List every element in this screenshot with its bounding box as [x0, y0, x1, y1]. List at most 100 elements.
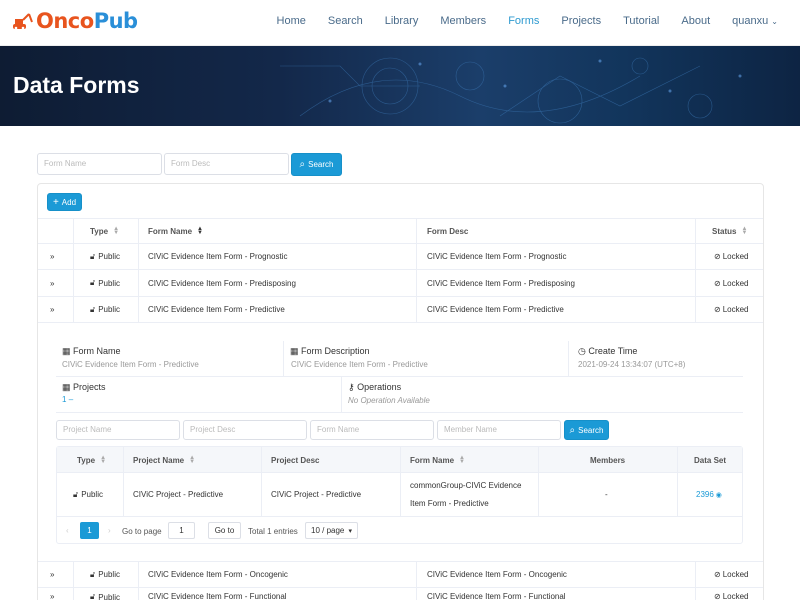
row-form-desc: CIViC Evidence Item Form - Prognostic	[427, 252, 567, 261]
detail-form-desc-label: Form Description	[301, 346, 370, 356]
lock-icon: 🔓︎	[90, 592, 96, 600]
logo-text-pub: Pub	[93, 9, 138, 33]
user-menu[interactable]: quanxu ⌄	[732, 15, 778, 27]
page-size-select[interactable]: 10 / page ▾	[305, 522, 358, 539]
nav-members[interactable]: Members	[440, 15, 486, 27]
table-row[interactable]: » 🔓︎ Public CIViC Evidence Item Form - Pr…	[38, 244, 763, 270]
table-row[interactable]: 🔓︎ Public CIViC Project - Predictive CIVi…	[57, 473, 742, 517]
nav-library[interactable]: Library	[385, 15, 419, 27]
lock-icon: 🔓︎	[90, 251, 96, 261]
table-row[interactable]: » 🔓︎ Public CIViC Evidence Item Form - Pr…	[38, 270, 763, 297]
inner-row-form-name-line1: commonGroup-CIViC Evidence	[410, 480, 522, 490]
projects-table: Type ▲ ▼ Project Name ▲ ▼ Project Desc Form …	[56, 446, 743, 544]
data-set-link[interactable]: 2396 ◉	[696, 473, 722, 516]
row-form-desc: CIViC Evidence Item Form - Functional	[427, 592, 566, 600]
search-button[interactable]: ⌕ Search	[291, 153, 342, 176]
nav-projects[interactable]: Projects	[561, 15, 601, 27]
user-name: quanxu	[732, 15, 769, 27]
nav-search[interactable]: Search	[328, 15, 363, 27]
eye-icon: ◉	[715, 491, 722, 499]
row-type: Public	[98, 278, 120, 288]
prev-page-icon[interactable]: ‹	[66, 526, 69, 535]
collapse-icon[interactable]: »	[50, 297, 54, 322]
row-status: Locked	[722, 570, 749, 579]
goto-button[interactable]: Go to	[208, 522, 241, 539]
form-desc-search-input[interactable]: Form Desc	[164, 153, 289, 175]
expand-icon[interactable]: »	[50, 270, 54, 296]
inner-header-form-name[interactable]: Form Name ▲ ▼	[410, 447, 465, 473]
detail-form-desc-value: CIViC Evidence Item Form - Predictive	[291, 360, 428, 369]
header-status[interactable]: Status ▲ ▼	[712, 219, 747, 243]
goto-page-input[interactable]: 1	[168, 522, 195, 539]
lock-icon: 🔓︎	[90, 569, 96, 579]
add-button-label: Add	[61, 197, 77, 207]
header-form-name[interactable]: Form Name ▲ ▼	[148, 219, 203, 243]
chevron-down-icon: ⌄	[771, 17, 778, 26]
inner-row-project-name: CIViC Project - Predictive	[133, 490, 224, 499]
top-navbar: OncoPub Home Search Library Members Form…	[0, 0, 800, 46]
row-type: Public	[98, 592, 120, 600]
minus-icon: –	[68, 395, 74, 404]
grid-icon: ▦	[290, 346, 299, 356]
page-1-button[interactable]: 1	[80, 522, 99, 539]
row-type: Public	[98, 305, 120, 314]
nav-tutorial[interactable]: Tutorial	[623, 15, 659, 27]
clock-icon: ◷	[578, 346, 586, 356]
header-type[interactable]: Type ▲ ▼	[90, 219, 119, 243]
sort-icon: ▲ ▼	[100, 455, 107, 465]
locked-icon: ⊘	[714, 252, 721, 261]
detail-create-time-label: Create Time	[588, 346, 638, 356]
inner-row-members: -	[605, 490, 608, 499]
lock-icon: 🔓︎	[73, 489, 79, 499]
inner-search-button[interactable]: ⌕ Search	[564, 420, 609, 440]
row-type: Public	[98, 252, 120, 261]
projects-count-link[interactable]: 1 –	[62, 395, 73, 404]
lock-icon: 🔓︎	[90, 304, 96, 314]
row-status: Locked	[722, 252, 749, 261]
plus-icon: +	[52, 196, 59, 208]
inner-header-members: Members	[590, 455, 626, 465]
locked-icon: ⊘	[714, 592, 721, 600]
next-page-icon[interactable]: ›	[108, 526, 111, 535]
expand-icon[interactable]: »	[50, 244, 54, 269]
row-status: Locked	[722, 278, 749, 288]
table-row[interactable]: » 🔓︎ Public CIViC Evidence Item Form - On…	[38, 561, 763, 588]
table-row-expanded[interactable]: » 🔓︎ Public CIViC Evidence Item Form - Pr…	[38, 297, 763, 323]
nav-about[interactable]: About	[681, 15, 710, 27]
nav-home[interactable]: Home	[277, 15, 306, 27]
sort-icon: ▲ ▼	[459, 455, 465, 465]
detail-form-name-value: CIViC Evidence Item Form - Predictive	[62, 360, 199, 369]
inner-header-type[interactable]: Type ▲ ▼	[77, 447, 106, 473]
main-nav: Home Search Library Members Forms Projec…	[255, 0, 778, 42]
row-form-name: CIViC Evidence Item Form - Predisposing	[148, 278, 296, 288]
inner-header-project-name[interactable]: Project Name ▲ ▼	[133, 447, 195, 473]
apps-icon: ▦	[62, 382, 71, 392]
table-header: Type ▲ ▼ Form Name ▲ ▼ Form Desc Status ▲ ▼	[38, 218, 763, 244]
project-desc-input[interactable]: Project Desc	[183, 420, 307, 440]
expand-icon[interactable]: »	[50, 562, 54, 587]
detail-operations-label: Operations	[357, 382, 402, 392]
search-icon: ⌕	[299, 159, 306, 170]
sort-icon: ▲ ▼	[189, 455, 196, 465]
project-name-input[interactable]: Project Name	[56, 420, 180, 440]
inner-row-project-desc: CIViC Project - Predictive	[271, 490, 362, 499]
search-button-label: Search	[308, 160, 334, 169]
form-name-search-input[interactable]: Form Name	[37, 153, 162, 175]
row-form-name: CIViC Evidence Item Form - Prognostic	[148, 252, 288, 261]
logo[interactable]: OncoPub	[12, 9, 138, 33]
total-entries: Total 1 entries	[248, 527, 298, 536]
sort-icon: ▲ ▼	[113, 226, 120, 236]
row-form-name: CIViC Evidence Item Form - Oncogenic	[148, 570, 288, 579]
table-row[interactable]: » 🔓︎ Public CIViC Evidence Item Form - Fu…	[38, 588, 763, 600]
detail-form-name-label: Form Name	[73, 346, 121, 356]
header-form-desc: Form Desc	[427, 226, 469, 236]
member-name-input[interactable]: Member Name	[437, 420, 561, 440]
row-status: Locked	[722, 592, 749, 600]
key-icon: ⚷	[348, 382, 355, 392]
nav-forms[interactable]: Forms	[508, 15, 539, 27]
expand-icon[interactable]: »	[50, 592, 54, 600]
inner-form-name-input[interactable]: Form Name	[310, 420, 434, 440]
row-form-desc: CIViC Evidence Item Form - Oncogenic	[427, 570, 567, 579]
add-button[interactable]: + Add	[47, 193, 82, 211]
row-type: Public	[98, 570, 120, 579]
